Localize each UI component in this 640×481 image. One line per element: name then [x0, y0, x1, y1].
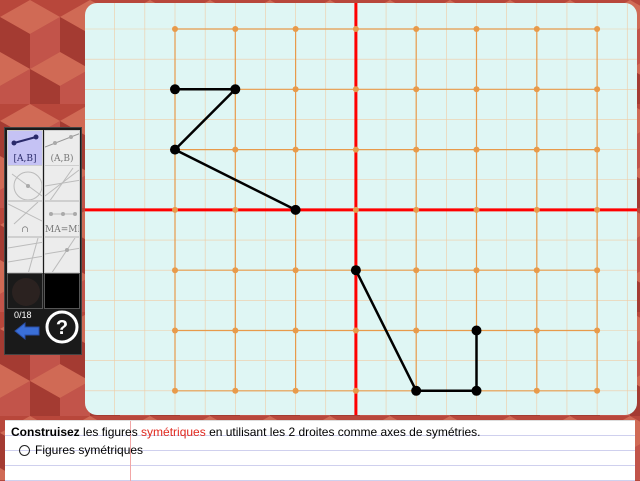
grid-node — [232, 26, 239, 32]
segment-icon — [11, 134, 39, 146]
grid-node — [352, 327, 359, 334]
symmetry-tool-button[interactable] — [44, 237, 80, 273]
grid-node — [292, 146, 299, 153]
line-icon — [45, 133, 79, 148]
grid-node — [473, 206, 480, 213]
grid-node — [292, 267, 299, 274]
figures-option-label: Figures symétriques — [35, 443, 144, 457]
color-picker-secondary[interactable] — [44, 273, 80, 309]
grid-node — [292, 387, 299, 394]
figures-option[interactable]: Figures symétriques — [19, 443, 143, 457]
grid-node — [172, 387, 178, 394]
figure-vertex[interactable] — [350, 265, 361, 276]
grid-node — [172, 206, 178, 213]
grid-node — [473, 146, 480, 153]
grid-node — [232, 327, 239, 334]
grid-node — [352, 86, 359, 93]
instruction-text: Construisez les figures symétriques en u… — [11, 425, 481, 439]
midpoint-icon — [49, 212, 77, 216]
instruction-bold-word: Construisez — [11, 425, 80, 439]
undo-arrow-icon[interactable] — [13, 321, 41, 341]
grid-node — [292, 86, 299, 93]
figure-vertex[interactable] — [170, 144, 180, 155]
grid-node — [594, 26, 601, 32]
grid-node — [352, 146, 359, 153]
tool-palette: [A,B] (A,B) ∩ MA=MB — [4, 127, 82, 355]
midpoint-tool-button[interactable]: MA=MB — [44, 201, 80, 237]
grid-node — [172, 327, 178, 334]
grid-node — [352, 387, 359, 394]
instruction-highlight: symétriques — [141, 425, 206, 439]
grid-node — [473, 267, 480, 274]
intersection-tool-button[interactable]: ∩ — [7, 201, 43, 237]
progress-counter: 0/18 — [14, 310, 32, 320]
grid-node — [533, 86, 540, 93]
grid-node — [232, 387, 239, 394]
grid-node — [352, 206, 359, 213]
parallel-icon — [8, 238, 42, 272]
grid-node — [292, 26, 299, 32]
grid-node — [232, 206, 239, 213]
figure-vertex[interactable] — [471, 385, 482, 396]
segment-tool-label: [A,B] — [13, 154, 37, 164]
instruction-text-after: en utilisant les 2 droites comme axes de… — [205, 425, 481, 439]
grid-node — [232, 146, 239, 153]
instruction-panel: Construisez les figures symétriques en u… — [5, 420, 635, 481]
grid-canvas[interactable] — [85, 3, 637, 415]
grid-node — [172, 26, 178, 32]
grid-node — [352, 26, 359, 32]
grid-node — [413, 327, 420, 334]
symmetry-icon — [45, 238, 79, 272]
grid-node — [594, 146, 601, 153]
color-picker-primary[interactable] — [7, 273, 43, 309]
figure-vertex[interactable] — [411, 385, 422, 396]
grid-node — [473, 86, 480, 93]
grid-node — [594, 267, 601, 274]
figure-vertex[interactable] — [230, 84, 241, 95]
line-tool-button[interactable]: (A,B) — [44, 130, 80, 166]
grid-node — [473, 26, 480, 32]
grid-node — [533, 327, 540, 334]
instruction-text-before: les figures — [79, 425, 142, 439]
intersection-icon — [8, 202, 42, 225]
circle-icon — [11, 171, 42, 200]
grid-node — [594, 86, 601, 93]
radio-button-icon[interactable] — [19, 444, 30, 456]
drawing-board[interactable] — [85, 3, 637, 415]
grid-node — [594, 327, 601, 334]
grid-node — [533, 387, 540, 394]
grid-node — [594, 387, 601, 394]
grid-node — [413, 26, 420, 32]
segment-tool-button[interactable]: [A,B] — [7, 130, 43, 166]
color-swatch-icon — [12, 278, 40, 306]
figure-vertex[interactable] — [471, 325, 482, 336]
figure-vertex[interactable] — [290, 204, 301, 215]
grid-node — [232, 267, 239, 274]
grid-node — [533, 267, 540, 274]
parallel-tool-button[interactable] — [7, 237, 43, 273]
intersection-tool-label: ∩ — [21, 225, 29, 235]
grid-node — [413, 86, 420, 93]
grid-node — [292, 327, 299, 334]
grid-node — [172, 267, 178, 274]
grid-node — [533, 26, 540, 32]
help-icon[interactable]: ? — [45, 310, 79, 344]
grid-node — [533, 206, 540, 213]
midpoint-tool-label: MA=MB — [45, 225, 79, 235]
svg-text:?: ? — [56, 317, 68, 339]
grid-node — [594, 206, 601, 213]
grid-node — [533, 146, 540, 153]
line-tool-label: (A,B) — [50, 154, 74, 164]
grid-node — [413, 206, 420, 213]
perpendicular-tool-button[interactable] — [44, 165, 80, 201]
circle-tool-button[interactable] — [7, 165, 43, 201]
grid-node — [413, 146, 420, 153]
figure-vertex[interactable] — [170, 84, 180, 95]
perpendicular-icon — [45, 167, 79, 200]
grid-node — [413, 267, 420, 274]
